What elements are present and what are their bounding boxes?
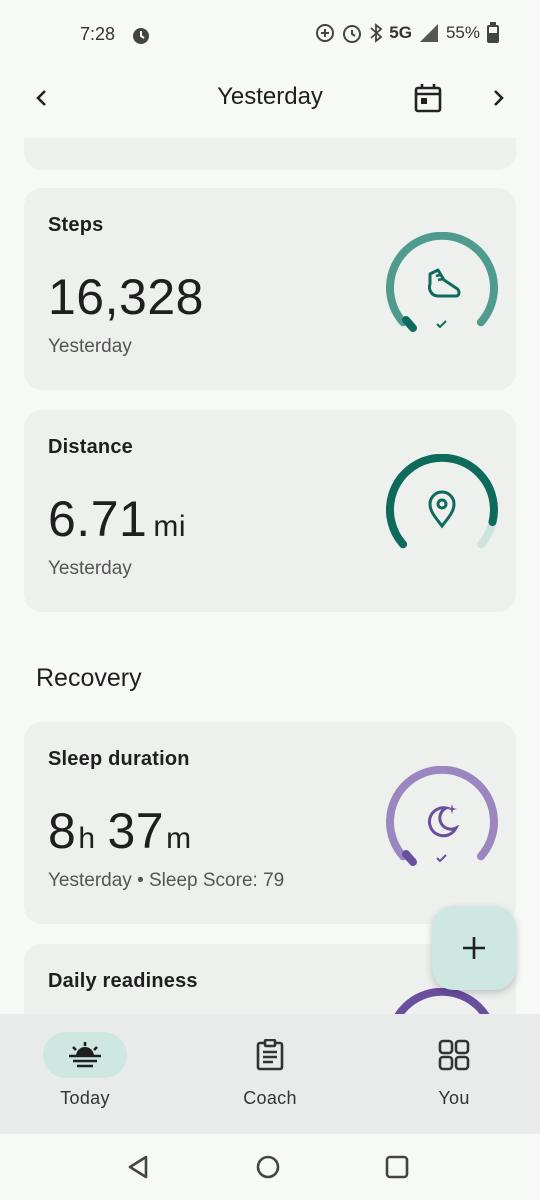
sleep-hours: 8 — [48, 803, 77, 859]
page-title: Yesterday — [217, 83, 323, 110]
status-bar: 7:28 5G 55% — [0, 0, 540, 70]
bluetooth-icon — [370, 23, 383, 43]
sleep-minutes-unit: m — [166, 822, 192, 855]
battery-percent: 55% — [445, 23, 480, 42]
bottom-navigation: Today Coach You — [0, 1014, 540, 1134]
sunrise-icon — [69, 1042, 101, 1068]
nav-you-label: You — [438, 1088, 470, 1108]
sleep-value: 8h 37m — [48, 802, 192, 860]
add-button[interactable] — [432, 906, 516, 990]
sleep-card[interactable]: Sleep duration 8h 37m Yesterday • Sleep S… — [24, 722, 516, 924]
sleep-date-score: Yesterday • Sleep Score: 79 — [48, 870, 285, 891]
nav-you[interactable]: You — [394, 1032, 514, 1122]
back-icon[interactable] — [124, 1152, 154, 1182]
previous-card-partial[interactable] — [24, 138, 516, 170]
nav-you-indicator — [412, 1032, 496, 1078]
status-time: 7:28 — [80, 24, 116, 44]
distance-label: Distance — [48, 436, 133, 458]
grid-icon — [438, 1039, 470, 1071]
location-pin-icon — [428, 490, 456, 529]
distance-number: 6.71 — [48, 491, 148, 547]
calendar-icon — [414, 84, 442, 113]
home-icon[interactable] — [253, 1152, 283, 1182]
nav-today-indicator — [43, 1032, 127, 1078]
alarm-icon — [130, 24, 152, 51]
dashboard-scroll[interactable]: Steps 16,328 Yesterday Distance 6.71 mi Y… — [0, 138, 540, 1014]
shoe-icon — [428, 268, 461, 298]
distance-progress-ring — [386, 454, 498, 549]
distance-date: Yesterday — [48, 558, 132, 579]
network-type: 5G — [389, 23, 412, 42]
readiness-progress-ring — [394, 988, 490, 1014]
steps-label: Steps — [48, 214, 104, 236]
sleep-progress-ring — [386, 766, 498, 866]
system-navigation — [0, 1134, 540, 1200]
distance-card[interactable]: Distance 6.71 mi Yesterday — [24, 410, 516, 612]
distance-unit: mi — [153, 510, 186, 543]
battery-icon — [487, 22, 499, 43]
sleep-minutes: 37 — [107, 803, 165, 859]
nav-today-label: Today — [60, 1088, 110, 1108]
steps-date: Yesterday — [48, 336, 132, 357]
nav-coach-label: Coach — [243, 1088, 297, 1108]
sleep-label: Sleep duration — [48, 748, 190, 770]
signal-icon — [419, 24, 438, 42]
chevron-right-icon — [494, 90, 504, 106]
distance-value: 6.71 mi — [48, 490, 186, 548]
clipboard-icon — [256, 1039, 284, 1071]
nav-coach-indicator — [228, 1032, 312, 1078]
steps-value: 16,328 — [48, 269, 204, 325]
nav-coach[interactable]: Coach — [210, 1032, 330, 1122]
data-saver-icon — [316, 24, 335, 42]
plus-icon — [463, 937, 485, 959]
status-icons: 5G 55% — [315, 22, 500, 44]
sleep-hours-unit: h — [78, 822, 96, 855]
nav-today[interactable]: Today — [25, 1032, 145, 1122]
steps-card[interactable]: Steps 16,328 Yesterday — [24, 188, 516, 390]
alarm-icon — [343, 25, 362, 43]
moon-stars-icon — [427, 804, 460, 838]
recovery-section-title: Recovery — [36, 664, 142, 692]
recents-icon[interactable] — [382, 1152, 412, 1182]
readiness-label: Daily readiness — [48, 970, 198, 992]
calendar-button[interactable] — [408, 78, 448, 118]
next-day-button[interactable] — [478, 78, 518, 118]
steps-progress-ring — [386, 232, 498, 332]
top-bar: Yesterday — [0, 70, 540, 126]
